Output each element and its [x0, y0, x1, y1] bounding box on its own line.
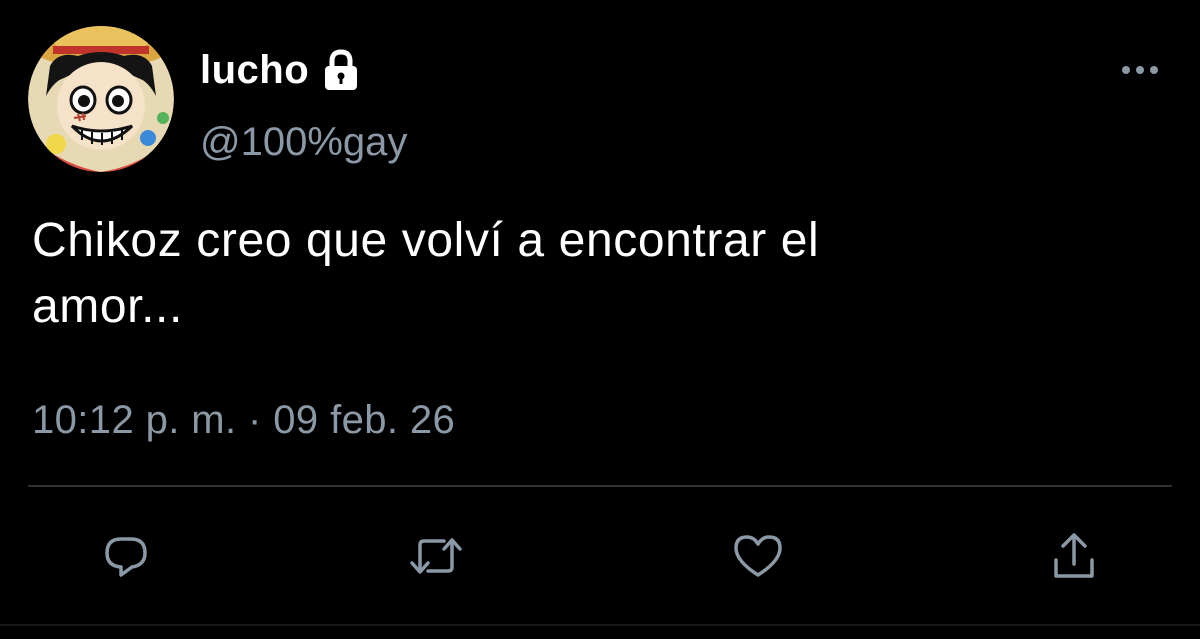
retweet-icon	[410, 538, 462, 574]
tweet-text: Chikoz creo que volví a encontrar el amo…	[32, 208, 1152, 340]
reply-icon	[105, 537, 147, 577]
share-button[interactable]	[1046, 528, 1102, 584]
tweet-card: lucho @100%gay Chikoz creo que volví a e…	[0, 0, 1200, 639]
heart-icon	[734, 535, 782, 577]
action-bar	[0, 528, 1200, 584]
share-icon	[1054, 533, 1094, 578]
avatar[interactable]	[28, 26, 174, 172]
more-dots-icon	[1122, 66, 1158, 74]
lock-icon	[319, 48, 363, 92]
tweet-timestamp[interactable]: 10:12 p. m. · 09 feb. 26	[32, 398, 455, 443]
author-handle[interactable]: @100%gay	[200, 120, 407, 165]
more-button[interactable]	[1118, 58, 1162, 82]
retweet-button[interactable]	[408, 528, 464, 584]
bottom-divider	[0, 624, 1200, 626]
author-name-row: lucho	[200, 44, 363, 96]
avatar-cartoon-icon	[28, 26, 174, 172]
like-button[interactable]	[730, 528, 786, 584]
tweet-text-line: Chikoz creo que volví a encontrar el	[32, 214, 820, 267]
divider	[28, 485, 1172, 487]
display-name[interactable]: lucho	[200, 48, 309, 93]
reply-button[interactable]	[98, 528, 154, 584]
tweet-text-line: amor...	[32, 280, 183, 333]
